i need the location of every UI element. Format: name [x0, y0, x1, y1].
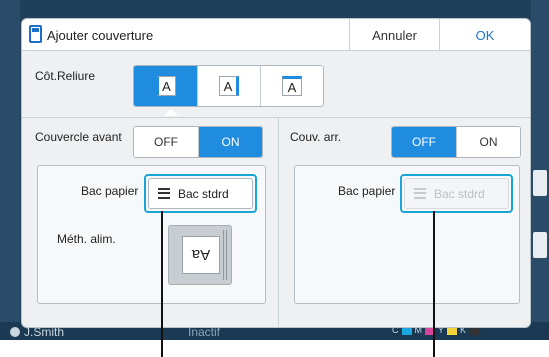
- back-tray-leader-line: [433, 211, 435, 357]
- selection-pointer: [164, 109, 178, 116]
- front-tray-label: Bac papier: [81, 184, 139, 198]
- feed-method-label: Méth. alim.: [57, 232, 116, 246]
- binding-right-button[interactable]: A: [197, 66, 260, 106]
- dialog-title: Ajouter couverture: [47, 28, 154, 43]
- front-cover-on-button[interactable]: ON: [198, 127, 262, 157]
- back-cover-off-button[interactable]: OFF: [392, 127, 456, 157]
- paper-tray-icon: [158, 188, 170, 199]
- binding-selector: A A A: [133, 65, 324, 107]
- feed-direction-icon: Aa: [182, 236, 220, 274]
- binding-right-icon: A: [219, 76, 239, 96]
- feed-guide-rail: [223, 230, 227, 280]
- front-cover-label: Couvercle avant: [35, 130, 122, 144]
- front-cover-off-button[interactable]: OFF: [134, 127, 198, 157]
- cancel-button[interactable]: Annuler: [349, 19, 439, 51]
- background-side-tab: [533, 170, 547, 196]
- binding-top-icon: A: [282, 76, 302, 96]
- binding-top-button[interactable]: A: [260, 66, 323, 106]
- back-cover-on-button[interactable]: ON: [456, 127, 520, 157]
- back-cover-toggle: OFF ON: [391, 126, 521, 158]
- user-icon: [10, 327, 20, 337]
- binding-left-button[interactable]: A: [134, 66, 197, 106]
- background-side-tab: [533, 232, 547, 258]
- back-tray-label: Bac papier: [338, 184, 396, 198]
- back-tray-button: Bac stdrd: [404, 178, 509, 209]
- paper-tray-icon: [414, 188, 426, 199]
- add-cover-dialog: Ajouter couverture Annuler OK Côt.Reliur…: [21, 18, 531, 328]
- front-cover-toggle: OFF ON: [133, 126, 263, 158]
- front-tray-value: Bac stdrd: [178, 186, 229, 201]
- back-cover-label: Couv. arr.: [290, 130, 342, 144]
- background-left-rail: [0, 0, 20, 340]
- front-tray-button[interactable]: Bac stdrd: [148, 178, 253, 209]
- panel-divider: [278, 118, 279, 327]
- document-icon: [29, 25, 42, 43]
- back-tray-value: Bac stdrd: [434, 186, 485, 201]
- binding-label: Côt.Reliure: [35, 69, 96, 83]
- front-tray-leader-line: [161, 211, 163, 357]
- background-right-rail: [531, 0, 549, 340]
- feed-method-button[interactable]: Aa: [168, 225, 232, 285]
- ok-button[interactable]: OK: [439, 19, 530, 51]
- dialog-title-bar: Ajouter couverture Annuler OK: [22, 19, 530, 51]
- binding-left-icon: A: [155, 76, 176, 96]
- section-divider: [22, 117, 530, 118]
